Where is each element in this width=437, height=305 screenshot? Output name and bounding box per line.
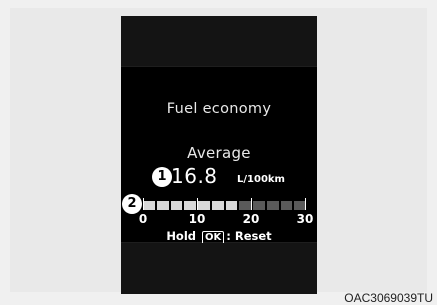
gauge-segment — [280, 201, 293, 210]
gauge-tick — [305, 198, 306, 210]
screen-title: Fuel economy — [166, 101, 272, 117]
gauge-tick — [143, 198, 144, 210]
gauge-segment — [170, 201, 183, 210]
gauge-tick-label: 0 — [138, 212, 148, 226]
fuel-economy-gauge — [143, 198, 306, 210]
average-value-row: 1 16.8 L/100km — [151, 164, 311, 190]
reset-hint-suffix: : Reset — [226, 229, 272, 243]
callout-1-marker: 1 — [152, 167, 172, 187]
gauge-segment — [239, 201, 251, 210]
figure-caption: OAC3069039TU — [344, 291, 433, 305]
instrument-cluster: Fuel economy Average 1 16.8 L/100km 2 0 1… — [121, 16, 317, 294]
gauge-segment — [156, 201, 169, 210]
lcd-screen: Fuel economy Average 1 16.8 L/100km 2 0 1… — [121, 67, 317, 245]
gauge-tick-label: 30 — [296, 212, 314, 226]
gauge-tick-label: 10 — [188, 212, 206, 226]
fuel-economy-value: 16.8 — [171, 164, 218, 188]
gauge-tick — [251, 198, 252, 210]
gauge-segment — [184, 201, 196, 210]
gauge-segment — [198, 201, 210, 210]
cluster-top-band — [121, 16, 317, 66]
callout-2-marker: 2 — [122, 194, 142, 214]
gauge-segment — [253, 201, 265, 210]
screen-subtitle: Average — [187, 144, 251, 162]
fuel-economy-unit: L/100km — [237, 174, 285, 185]
gauge-segment — [211, 201, 224, 210]
gauge-tick — [197, 198, 198, 210]
gauge-segment — [225, 201, 238, 210]
reset-hint-prefix: Hold — [166, 229, 197, 243]
cluster-bottom-band — [121, 243, 317, 294]
gauge-segment — [266, 201, 279, 210]
gauge-segment — [143, 201, 155, 210]
gauge-tick-label: 20 — [242, 212, 260, 226]
